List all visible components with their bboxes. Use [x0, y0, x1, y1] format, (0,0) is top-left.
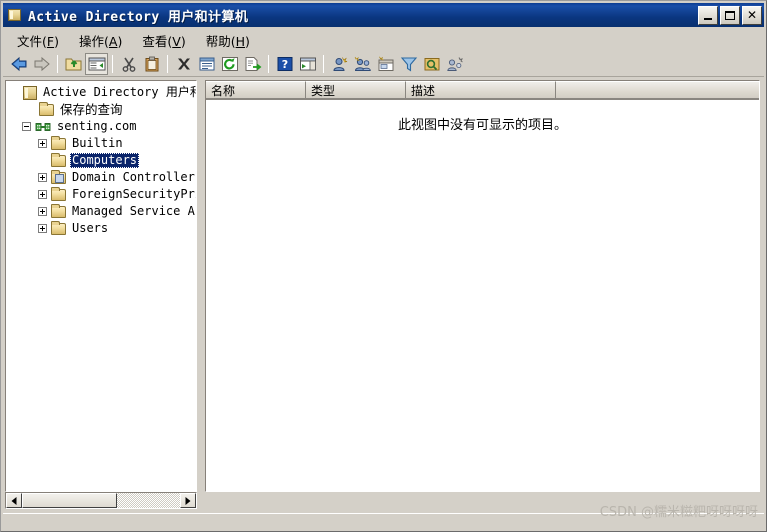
toolbar: ? — [3, 51, 764, 77]
toolbar-separator — [112, 54, 113, 73]
up-one-level-icon[interactable] — [62, 53, 85, 75]
console-tree-pane[interactable]: Active Directory 用户和计算机 保存的查询 — [5, 80, 197, 492]
menu-label-view: 查看 — [142, 33, 168, 49]
tree-node-label: Builtin — [72, 136, 123, 150]
column-header-name[interactable]: 名称 — [206, 81, 306, 99]
paste-icon[interactable] — [140, 53, 163, 75]
scrollbar-track[interactable] — [22, 493, 180, 508]
scroll-right-arrow-icon[interactable] — [180, 493, 196, 508]
domain-icon — [35, 120, 51, 134]
tree-node-foreignsecurityprincipals[interactable]: ForeignSecurityPrincipals — [10, 186, 196, 203]
folder-icon — [51, 187, 66, 201]
new-group-icon[interactable] — [351, 53, 374, 75]
refresh-icon[interactable] — [218, 53, 241, 75]
main-content: Active Directory 用户和计算机 保存的查询 — [3, 77, 764, 512]
scrollbar-thumb[interactable] — [22, 493, 117, 508]
toolbar-separator — [323, 54, 324, 73]
listview-header: 名称 类型 描述 — [206, 81, 759, 100]
folder-icon — [51, 136, 66, 150]
new-ou-icon[interactable] — [374, 53, 397, 75]
folder-icon — [39, 102, 54, 116]
menu-label-file: 文件 — [17, 33, 43, 49]
menu-item-view[interactable]: 查看(V) — [133, 29, 194, 52]
cut-icon[interactable] — [117, 53, 140, 75]
console-root-icon — [23, 85, 37, 100]
console-tree-hscrollbar[interactable] — [5, 492, 197, 509]
folder-icon — [51, 221, 66, 235]
console-book-icon — [7, 7, 23, 23]
expander-plus-icon[interactable] — [38, 190, 47, 199]
toolbar-separator — [167, 54, 168, 73]
properties-icon[interactable] — [195, 53, 218, 75]
listview-body[interactable]: 此视图中没有可显示的项目。 — [206, 100, 759, 491]
title-bar: Active Directory 用户和计算机 ✕ — [3, 3, 764, 27]
menu-accel-help: H — [235, 33, 246, 49]
export-list-icon[interactable] — [241, 53, 264, 75]
tree-node-managed-service-accounts[interactable]: Managed Service Accounts — [10, 203, 196, 220]
column-header-blank[interactable] — [556, 81, 759, 99]
menu-item-file[interactable]: 文件(F) — [8, 29, 68, 52]
folder-icon — [51, 204, 66, 218]
menu-accel-view: V — [172, 33, 181, 49]
menu-item-action[interactable]: 操作(A) — [70, 29, 131, 52]
column-header-type[interactable]: 类型 — [306, 81, 406, 99]
tree-node-label: senting.com — [57, 119, 137, 133]
tree-node-users[interactable]: Users — [10, 220, 196, 237]
show-hide-action-pane-icon[interactable] — [296, 53, 319, 75]
expander-icon — [38, 156, 47, 165]
menu-accel-action: A — [108, 33, 118, 49]
tree-node-label: Active Directory 用户和计算机 — [43, 85, 196, 99]
toolbar-separator — [57, 54, 58, 73]
menu-item-help[interactable]: 帮助(H) — [197, 29, 259, 52]
organizational-unit-icon — [51, 170, 66, 184]
new-user-icon[interactable] — [328, 53, 351, 75]
back-icon[interactable] — [7, 53, 30, 75]
expander-plus-icon[interactable] — [38, 224, 47, 233]
menu-label-help: 帮助 — [205, 33, 231, 49]
menu-accel-file: F — [46, 33, 55, 49]
maximize-button[interactable] — [720, 5, 740, 25]
tree-node-label: 保存的查询 — [60, 102, 123, 117]
expander-icon — [10, 88, 19, 97]
tree-node-label: ForeignSecurityPrincipals — [72, 187, 196, 201]
menu-bar: 文件(F) 操作(A) 查看(V) 帮助(H) — [3, 29, 764, 51]
close-button[interactable]: ✕ — [742, 5, 762, 25]
tree-node-label: Domain Controllers — [72, 170, 197, 184]
tree-node-computers[interactable]: Computers — [10, 152, 196, 169]
tree-node-domain-controllers[interactable]: Domain Controllers — [10, 169, 196, 186]
folder-icon — [51, 153, 66, 167]
minimize-button[interactable] — [698, 5, 718, 25]
tree-node-senting-com[interactable]: senting.com — [10, 118, 196, 135]
manage-objects-icon[interactable] — [443, 53, 466, 75]
filter-icon[interactable] — [397, 53, 420, 75]
active-directory-window: Active Directory 用户和计算机 ✕ 文件(F) 操作(A) 查看… — [0, 0, 767, 532]
expander-plus-icon[interactable] — [38, 173, 47, 182]
window-controls: ✕ — [698, 5, 762, 25]
column-header-description[interactable]: 描述 — [406, 81, 556, 99]
help-icon[interactable]: ? — [273, 53, 296, 75]
tree-node-active-directory-root[interactable]: Active Directory 用户和计算机 — [10, 84, 196, 101]
tree-node-builtin[interactable]: Builtin — [10, 135, 196, 152]
status-bar — [3, 513, 764, 531]
forward-icon[interactable] — [30, 53, 53, 75]
expander-minus-icon[interactable] — [22, 122, 31, 131]
empty-view-message: 此视图中没有可显示的项目。 — [397, 118, 567, 133]
svg-text:?: ? — [281, 58, 287, 71]
window-title: Active Directory 用户和计算机 — [28, 9, 249, 25]
expander-icon — [26, 105, 35, 114]
show-hide-console-tree-icon[interactable] — [85, 52, 108, 75]
expander-plus-icon[interactable] — [38, 207, 47, 216]
toolbar-separator — [268, 54, 269, 73]
tree-node-saved-queries[interactable]: 保存的查询 — [10, 101, 196, 118]
delete-icon[interactable] — [172, 53, 195, 75]
results-list-pane[interactable]: 名称 类型 描述 此视图中没有可显示的项目。 — [205, 80, 760, 492]
menu-label-action: 操作 — [79, 33, 105, 49]
scroll-left-arrow-icon[interactable] — [6, 493, 22, 508]
find-icon[interactable] — [420, 53, 443, 75]
expander-plus-icon[interactable] — [38, 139, 47, 148]
tree-node-label: Users — [72, 221, 109, 235]
tree-node-label: Computers — [70, 153, 140, 168]
console-tree: Active Directory 用户和计算机 保存的查询 — [6, 81, 196, 237]
tree-node-label: Managed Service Accounts — [72, 204, 196, 218]
